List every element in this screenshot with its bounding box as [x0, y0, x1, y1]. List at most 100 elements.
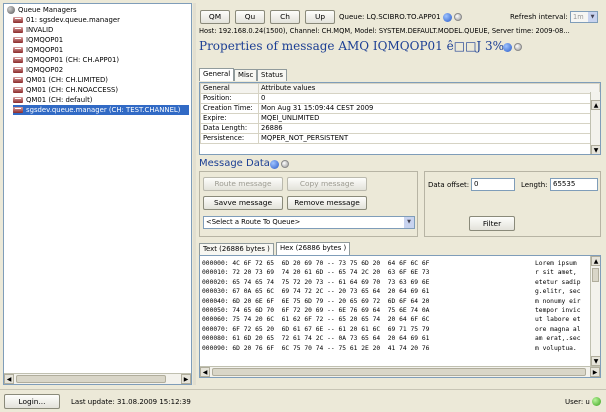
attribute-name: Expire:: [200, 113, 259, 124]
tree-item[interactable]: QM01 (CH: CH.NOACCESS): [13, 85, 118, 95]
queue-manager-tree[interactable]: Queue Managers 01: sgsdev.queue.manager I…: [3, 3, 192, 385]
tree-root-label: Queue Managers: [18, 6, 77, 14]
remove-message-button[interactable]: Remove message: [287, 196, 367, 210]
save-message-button[interactable]: Savve message: [203, 196, 283, 210]
hex-row: 000010: 72 20 73 69 74 20 61 6D -- 65 74…: [202, 269, 430, 277]
qu-button[interactable]: Qu: [235, 10, 265, 24]
scroll-up-icon[interactable]: ▲: [591, 100, 600, 110]
hex-vertical-scrollbar[interactable]: ▲ ▼: [590, 256, 600, 366]
tab-misc[interactable]: Misc: [234, 69, 258, 81]
route-message-button[interactable]: Route message: [203, 177, 283, 191]
hex-row: 000070: 6F 72 65 20 6D 61 67 6E -- 61 20…: [202, 325, 430, 333]
properties-vertical-scrollbar[interactable]: ▲ ▼: [590, 92, 600, 154]
globe-icon: [7, 6, 15, 14]
tree-item-label: QM01 (CH: CH.NOACCESS): [26, 86, 119, 94]
attribute-name: Persistence:: [200, 133, 259, 144]
data-offset-value: 0: [474, 180, 479, 188]
properties-title: Properties of message AMQ IQMQOP01 ê□□J …: [199, 39, 519, 53]
tab-hex[interactable]: Hex (26886 bytes ): [276, 242, 351, 255]
attribute-value: MQPER_NOT_PERSISTENT: [258, 133, 600, 144]
hex-row: 000030: 67 0A 65 6C 69 74 72 2C -- 20 73…: [202, 288, 430, 296]
tab-text[interactable]: Text (26886 bytes ): [199, 243, 274, 255]
ascii-row: etetur sadip: [535, 278, 581, 286]
queue-manager-icon: [13, 37, 23, 43]
hex-scroll-right-icon[interactable]: ▶: [590, 367, 600, 377]
tab-status[interactable]: Status: [257, 69, 287, 81]
user-text: User: u: [565, 398, 590, 406]
hex-scroll-left-icon[interactable]: ◀: [200, 367, 210, 377]
host-info: Host: 192.168.0.24(1500), Channel: CH.MQ…: [199, 27, 570, 35]
hex-view[interactable]: 000000: 4C 6F 72 65 6D 20 69 70 -- 73 75…: [199, 255, 601, 378]
table-row[interactable]: Persistence: MQPER_NOT_PERSISTENT: [200, 133, 600, 144]
scroll-down-icon[interactable]: ▼: [591, 145, 600, 154]
login-button[interactable]: Login...: [4, 394, 60, 409]
hex-row: 000060: 75 74 20 6C 61 62 6F 72 -- 65 20…: [202, 316, 430, 324]
tree-item[interactable]: IQMQOP01: [13, 45, 63, 55]
properties-title-text: Properties of message AMQ IQMQOP01 ê□□J …: [199, 39, 519, 53]
chevron-down-icon[interactable]: ▼: [588, 12, 597, 22]
help-icon[interactable]: [443, 13, 452, 22]
table-row[interactable]: Creation Time: Mon Aug 31 15:09:44 CEST 2…: [200, 103, 600, 114]
table-row[interactable]: Expire: MQEI_UNLIMITED: [200, 113, 600, 124]
properties-help-icon[interactable]: [503, 43, 512, 52]
qm-button[interactable]: QM: [200, 10, 230, 24]
hex-horizontal-scrollbar[interactable]: ◀ ▶: [200, 366, 600, 377]
queue-manager-icon: [13, 67, 23, 73]
route-select-chevron-icon[interactable]: ▼: [404, 217, 414, 228]
tree-scroll-thumb[interactable]: [16, 375, 166, 383]
tree-item[interactable]: QM01 (CH: default): [13, 95, 92, 105]
route-queue-select[interactable]: <Select a Route To Queue> ▼: [203, 216, 415, 229]
refresh-interval-label: Refresh interval:: [510, 13, 568, 21]
tree-item[interactable]: IQMQOP02: [13, 65, 63, 75]
hex-hscroll-thumb[interactable]: [212, 368, 586, 376]
table-row[interactable]: Data Length: 26886: [200, 123, 600, 134]
scroll-right-icon[interactable]: ▶: [181, 374, 191, 384]
hex-row: 000090: 6D 20 76 6F 6C 75 70 74 -- 75 61…: [202, 344, 430, 352]
hex-row: 000080: 61 6D 20 65 72 61 74 2C -- 0A 73…: [202, 335, 430, 343]
tree-item[interactable]: 01: sgsdev.queue.manager: [13, 15, 120, 25]
tree-item-label: IQMQOP01: [26, 46, 64, 54]
tree-item[interactable]: INVALID: [13, 25, 53, 35]
ascii-row: tempor invic: [535, 306, 581, 314]
length-value: 65535: [553, 180, 576, 188]
up-button[interactable]: Up: [305, 10, 335, 24]
length-label: Length:: [521, 181, 548, 189]
refresh-interval-select[interactable]: 1m ▼: [570, 11, 598, 23]
tree-item-label: IQMQOP01 (CH: CH.APP01): [26, 56, 120, 64]
ascii-row: m nonumy eir: [535, 297, 581, 305]
tree-root[interactable]: Queue Managers: [7, 5, 77, 15]
properties-status-icon: [514, 43, 522, 51]
queue-manager-icon: [13, 97, 23, 103]
tree-item-label: 01: sgsdev.queue.manager: [26, 16, 120, 24]
ascii-row: r sit amet,: [535, 269, 577, 277]
tree-item-label: INVALID: [26, 26, 54, 34]
tree-item-label: IQMQOP02: [26, 66, 64, 74]
table-row[interactable]: Position: 0: [200, 93, 600, 104]
data-offset-input[interactable]: 0: [471, 178, 515, 191]
hex-scroll-thumb[interactable]: [592, 268, 599, 282]
tree-item[interactable]: IQMQOP01: [13, 35, 63, 45]
tab-general[interactable]: General: [199, 68, 235, 81]
length-input[interactable]: 65535: [550, 178, 598, 191]
copy-message-button[interactable]: Copy message: [287, 177, 367, 191]
message-data-help-icon[interactable]: [270, 160, 279, 169]
attribute-value: MQEI_UNLIMITED: [258, 113, 600, 124]
ascii-row: g.elitr, sec: [535, 288, 581, 296]
scroll-left-icon[interactable]: ◀: [4, 374, 14, 384]
tree-item[interactable]: sgsdev.queue.manager (CH: TEST.CHANNEL): [13, 105, 189, 115]
tree-horizontal-scrollbar[interactable]: ◀ ▶: [4, 373, 191, 384]
splitter[interactable]: [193, 3, 196, 385]
ascii-row: ore magna al: [535, 325, 581, 333]
filter-group: Data offset: 0 Length: 65535 Filter: [424, 171, 601, 237]
attribute-name: Creation Time:: [200, 103, 259, 114]
tree-item[interactable]: IQMQOP01 (CH: CH.APP01): [13, 55, 119, 65]
right-panel: QM Qu Ch Up Queue: LQ.SCIBRO.TO.APP01 Re…: [197, 3, 603, 385]
tree-item[interactable]: QM01 (CH: CH.LIMITED): [13, 75, 108, 85]
column-header-values[interactable]: Attribute values: [258, 83, 600, 94]
filter-button[interactable]: Filter: [469, 216, 515, 231]
column-header-general[interactable]: General: [200, 83, 259, 94]
hex-scroll-up-icon[interactable]: ▲: [591, 256, 600, 266]
hex-scroll-down-icon[interactable]: ▼: [591, 356, 600, 366]
tree-item-label: IQMQOP01: [26, 36, 64, 44]
ch-button[interactable]: Ch: [270, 10, 300, 24]
